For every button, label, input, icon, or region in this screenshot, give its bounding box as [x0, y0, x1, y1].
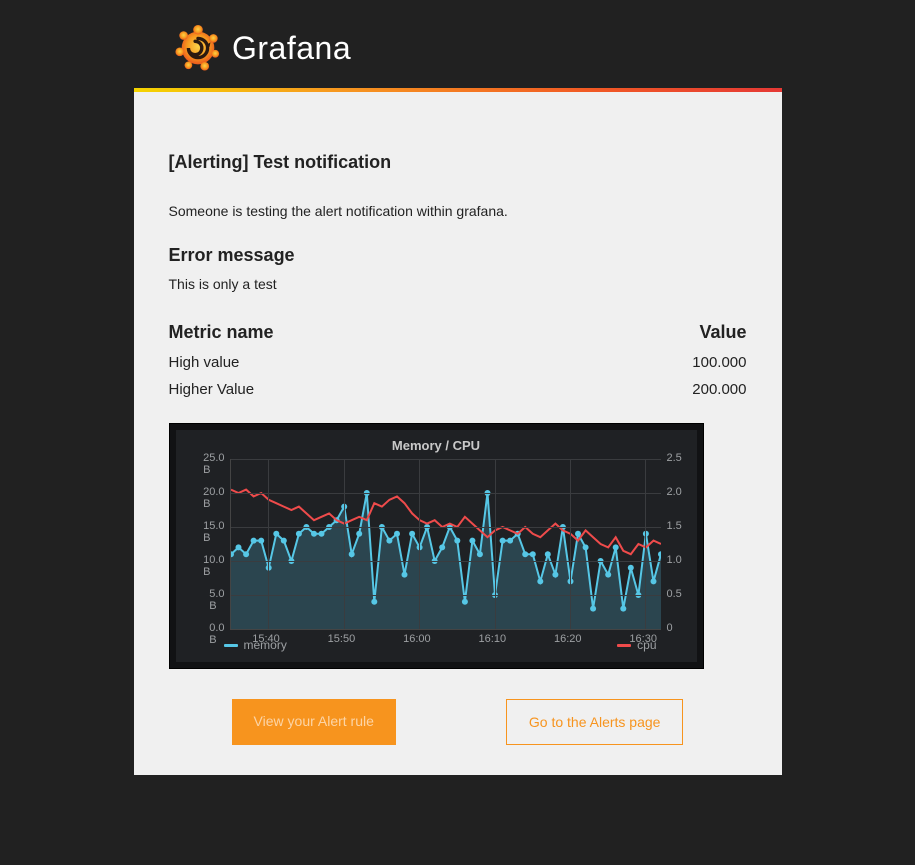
- y-tick-right: 0: [667, 622, 673, 634]
- memory-point: [348, 551, 354, 557]
- memory-point: [461, 599, 467, 605]
- memory-point: [250, 538, 256, 544]
- memory-point: [386, 538, 392, 544]
- notification-card: [Alerting] Test notification Someone is …: [134, 88, 782, 775]
- metrics-header-value: Value: [550, 316, 747, 349]
- memory-point: [273, 531, 279, 537]
- alert-description: Someone is testing the alert notificatio…: [169, 203, 747, 219]
- memory-point: [295, 531, 301, 537]
- memory-point: [356, 531, 362, 537]
- memory-point: [371, 599, 377, 605]
- memory-point: [469, 538, 475, 544]
- metrics-table: Metric name Value High value100.000Highe…: [169, 316, 747, 403]
- error-heading: Error message: [169, 245, 747, 266]
- memory-point: [537, 578, 543, 584]
- memory-point: [620, 606, 626, 612]
- y-tick-right: 0.5: [667, 588, 682, 600]
- memory-point: [311, 531, 317, 537]
- y-tick-right: 2.5: [667, 452, 682, 464]
- chart-panel: Memory / CPU 0.0 B05.0 B0.510.0 B1.015.0…: [169, 423, 704, 669]
- error-body: This is only a test: [169, 276, 747, 292]
- chart-title: Memory / CPU: [176, 430, 697, 459]
- y-tick-left: 10.0 B: [203, 554, 224, 578]
- y-tick-left: 25.0 B: [203, 452, 224, 476]
- memory-point: [650, 578, 656, 584]
- memory-point: [658, 551, 661, 557]
- memory-point: [575, 531, 581, 537]
- memory-point: [401, 572, 407, 578]
- memory-point: [318, 531, 324, 537]
- memory-point: [243, 551, 249, 557]
- memory-point: [507, 538, 513, 544]
- grafana-logo-icon: [174, 24, 222, 72]
- y-tick-left: 5.0 B: [209, 588, 224, 612]
- button-row: View your Alert rule Go to the Alerts pa…: [169, 699, 747, 745]
- memory-point: [280, 538, 286, 544]
- memory-point: [476, 551, 482, 557]
- memory-point: [439, 544, 445, 550]
- x-tick: 15:40: [252, 633, 280, 645]
- memory-point: [235, 544, 241, 550]
- metrics-header-name: Metric name: [169, 316, 550, 349]
- memory-point: [394, 531, 400, 537]
- view-alert-rule-button[interactable]: View your Alert rule: [232, 699, 396, 745]
- table-row: High value100.000: [169, 349, 747, 376]
- go-to-alerts-page-button[interactable]: Go to the Alerts page: [506, 699, 684, 745]
- x-tick: 15:50: [328, 633, 356, 645]
- memory-point: [258, 538, 264, 544]
- legend-swatch-icon: [224, 644, 238, 647]
- memory-point: [627, 565, 633, 571]
- x-tick: 16:10: [479, 633, 507, 645]
- x-tick: 16:20: [554, 633, 582, 645]
- y-tick-right: 2.0: [667, 486, 682, 498]
- memory-point: [590, 606, 596, 612]
- x-tick: 16:00: [403, 633, 431, 645]
- metric-value: 100.000: [550, 349, 747, 376]
- memory-point: [605, 572, 611, 578]
- chart-plot-area: 0.0 B05.0 B0.510.0 B1.015.0 B1.520.0 B2.…: [230, 459, 661, 630]
- memory-point: [552, 572, 558, 578]
- memory-point: [454, 538, 460, 544]
- metric-name: High value: [169, 349, 550, 376]
- brand-header: Grafana: [0, 0, 915, 88]
- memory-point: [582, 544, 588, 550]
- metric-value: 200.000: [550, 376, 747, 403]
- x-tick: 16:30: [629, 633, 657, 645]
- memory-point: [544, 551, 550, 557]
- y-tick-right: 1.5: [667, 520, 682, 532]
- table-row: Higher Value200.000: [169, 376, 747, 403]
- y-tick-left: 0.0 B: [209, 622, 224, 646]
- brand-name: Grafana: [232, 30, 351, 67]
- memory-point: [499, 538, 505, 544]
- y-tick-right: 1.0: [667, 554, 682, 566]
- memory-point: [409, 531, 415, 537]
- metric-name: Higher Value: [169, 376, 550, 403]
- memory-point: [612, 544, 618, 550]
- memory-point: [529, 551, 535, 557]
- memory-point: [522, 551, 528, 557]
- chart-svg: [231, 459, 661, 629]
- y-tick-left: 20.0 B: [203, 486, 224, 510]
- y-tick-left: 15.0 B: [203, 520, 224, 544]
- alert-title: [Alerting] Test notification: [169, 152, 747, 173]
